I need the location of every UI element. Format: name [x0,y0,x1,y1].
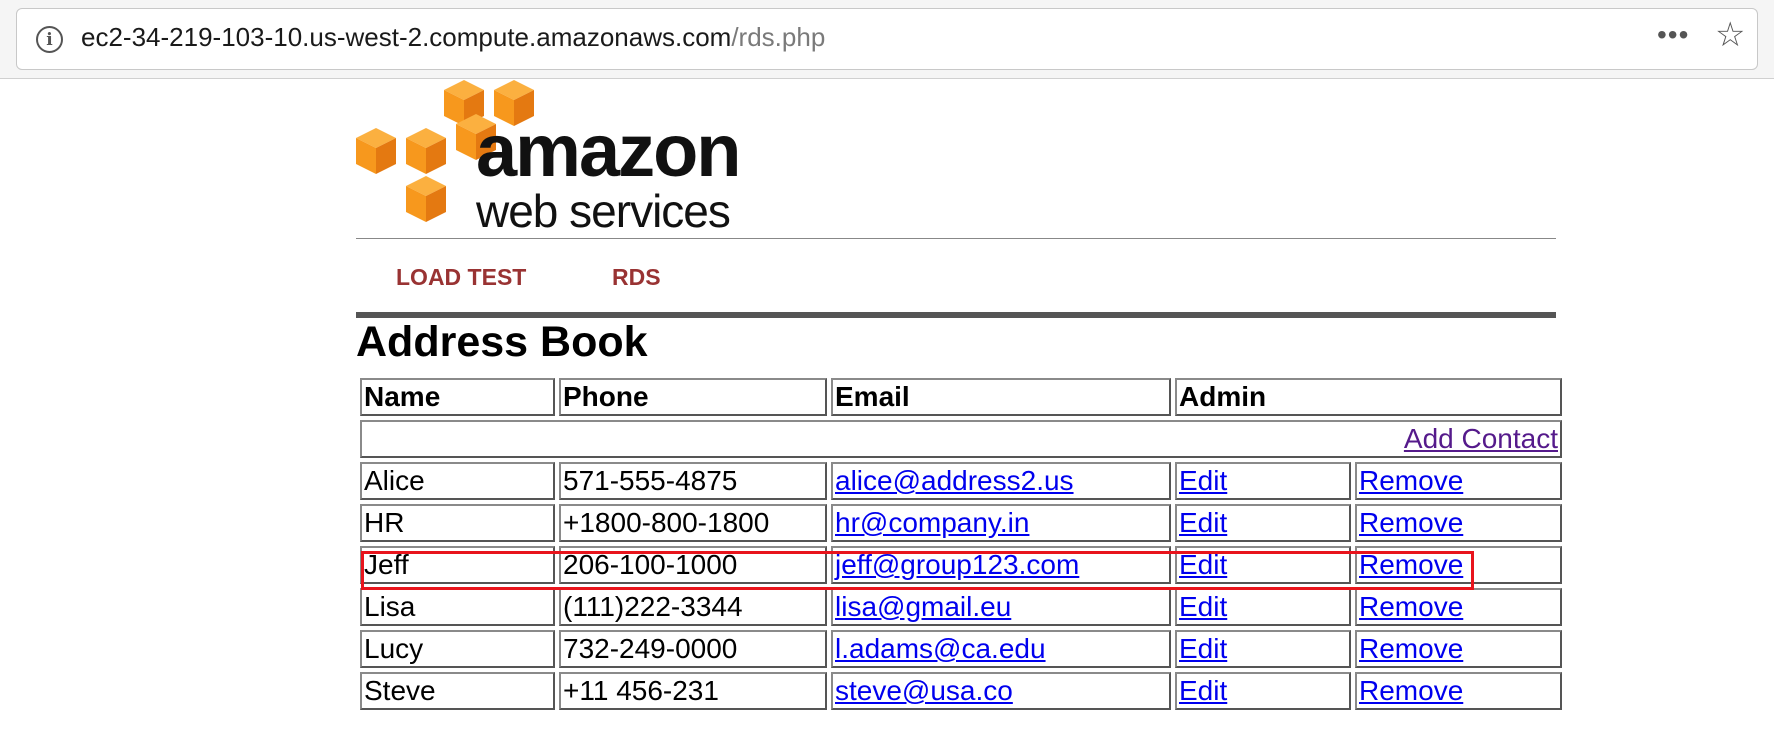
cell-edit: Edit [1175,546,1351,584]
add-contact-cell: Add Contact [360,420,1562,458]
url-path: /rds.php [731,22,826,52]
browser-toolbar: i ec2-34-219-103-10.us-west-2.compute.am… [0,0,1774,79]
cell-name: HR [360,504,555,542]
email-link[interactable]: alice@address2.us [835,465,1074,496]
logo-wordmark-webservices: web services [476,185,731,237]
remove-link[interactable]: Remove [1359,507,1463,538]
remove-link[interactable]: Remove [1359,465,1463,496]
cell-name: Alice [360,462,555,500]
cell-phone: +1800-800-1800 [559,504,827,542]
cell-email: l.adams@ca.edu [831,630,1171,668]
table-row: HR +1800-800-1800 hr@company.in Edit Rem… [360,504,1562,542]
add-contact-row: Add Contact [360,420,1562,458]
logo-wordmark-amazon: amazon [476,109,742,192]
email-link[interactable]: lisa@gmail.eu [835,591,1011,622]
cell-name: Jeff [360,546,555,584]
cell-edit: Edit [1175,672,1351,710]
cell-email: lisa@gmail.eu [831,588,1171,626]
cell-email: alice@address2.us [831,462,1171,500]
edit-link[interactable]: Edit [1179,465,1227,496]
email-link[interactable]: steve@usa.co [835,675,1013,706]
header-name: Name [360,378,555,416]
more-actions-icon[interactable]: ••• [1657,19,1689,51]
cell-email: hr@company.in [831,504,1171,542]
cell-name: Steve [360,672,555,710]
edit-link[interactable]: Edit [1179,633,1227,664]
remove-link[interactable]: Remove [1359,549,1463,580]
cell-edit: Edit [1175,630,1351,668]
nav-rds[interactable]: RDS [612,264,661,291]
remove-link[interactable]: Remove [1359,591,1463,622]
url-text[interactable]: ec2-34-219-103-10.us-west-2.compute.amaz… [81,22,825,53]
cell-name: Lucy [360,630,555,668]
header-divider [356,238,1556,239]
cell-edit: Edit [1175,588,1351,626]
cell-remove: Remove [1355,672,1562,710]
cell-phone: 571-555-4875 [559,462,827,500]
edit-link[interactable]: Edit [1179,675,1227,706]
header-email: Email [831,378,1171,416]
edit-link[interactable]: Edit [1179,507,1227,538]
cell-remove: Remove [1355,462,1562,500]
cell-email: jeff@group123.com [831,546,1171,584]
cell-email: steve@usa.co [831,672,1171,710]
page-title: Address Book [356,318,648,366]
edit-link[interactable]: Edit [1179,549,1227,580]
bookmark-star-icon[interactable]: ☆ [1715,15,1745,55]
edit-link[interactable]: Edit [1179,591,1227,622]
cell-remove: Remove [1355,504,1562,542]
nav-load-test[interactable]: LOAD TEST [396,264,526,291]
table-row: Jeff 206-100-1000 jeff@group123.com Edit… [360,546,1562,584]
cell-phone: 732-249-0000 [559,630,827,668]
email-link[interactable]: hr@company.in [835,507,1029,538]
table-row: Alice 571-555-4875 alice@address2.us Edi… [360,462,1562,500]
email-link[interactable]: l.adams@ca.edu [835,633,1046,664]
table-row: Steve +11 456-231 steve@usa.co Edit Remo… [360,672,1562,710]
remove-link[interactable]: Remove [1359,633,1463,664]
add-contact-link[interactable]: Add Contact [1404,423,1558,454]
remove-link[interactable]: Remove [1359,675,1463,706]
address-bar[interactable]: i ec2-34-219-103-10.us-west-2.compute.am… [16,8,1758,70]
table-header-row: Name Phone Email Admin [360,378,1562,416]
cell-remove: Remove [1355,630,1562,668]
cell-phone: (111)222-3344 [559,588,827,626]
url-host: ec2-34-219-103-10.us-west-2.compute.amaz… [81,22,732,52]
cell-remove: Remove [1355,588,1562,626]
cell-phone: +11 456-231 [559,672,827,710]
cell-edit: Edit [1175,462,1351,500]
header-phone: Phone [559,378,827,416]
cell-edit: Edit [1175,504,1351,542]
address-book-table: Name Phone Email Admin Add Contact Alice… [356,374,1566,714]
cell-name: Lisa [360,588,555,626]
table-row: Lucy 732-249-0000 l.adams@ca.edu Edit Re… [360,630,1562,668]
info-icon[interactable]: i [36,26,63,53]
cell-phone: 206-100-1000 [559,546,827,584]
cell-remove: Remove [1355,546,1562,584]
table-row: Lisa (111)222-3344 lisa@gmail.eu Edit Re… [360,588,1562,626]
header-admin: Admin [1175,378,1562,416]
email-link[interactable]: jeff@group123.com [835,549,1079,580]
